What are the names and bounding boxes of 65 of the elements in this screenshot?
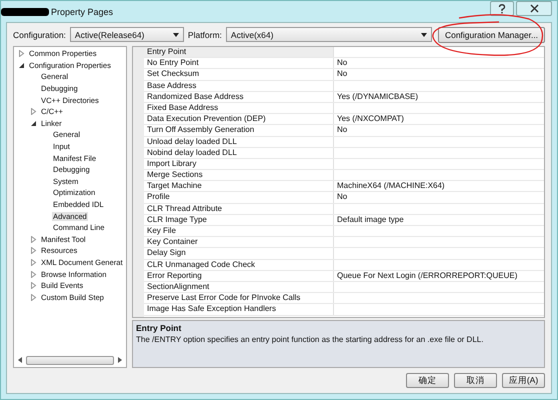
expand-arrow-icon[interactable] [30,247,37,254]
property-name[interactable]: Base Address [144,80,334,91]
configuration-label: Configuration: [13,30,66,40]
configuration-manager-button[interactable]: Configuration Manager... [438,26,545,42]
platform-dropdown[interactable]: Active(x64) [226,27,432,42]
platform-label: Platform: [188,30,222,40]
property-name[interactable]: Key Container [144,237,334,248]
property-name[interactable]: Merge Sections [144,170,334,180]
property-name[interactable]: No Entry Point [144,58,334,68]
property-name[interactable]: Error Reporting [144,270,334,281]
property-value[interactable]: MachineX64 (/MACHINE:X64) [337,181,445,190]
property-name[interactable]: SectionAlignment [144,282,334,292]
expand-arrow-icon[interactable] [30,108,37,116]
property-value[interactable]: No [337,125,348,134]
property-name[interactable]: Fixed Base Address [144,102,334,114]
expand-arrow-icon[interactable] [30,294,37,301]
close-button[interactable] [516,1,552,16]
dropdown-arrow-icon [172,32,179,36]
property-name[interactable]: CLR Image Type [144,214,334,225]
property-name[interactable]: Preserve Last Error Code for PInvoke Calls [144,293,334,304]
dialog-button[interactable]: 应用(A) [502,373,545,388]
scrollbar-thumb[interactable] [26,356,114,364]
property-name[interactable]: Delay Sign [144,248,334,259]
property-value[interactable]: No [337,192,348,202]
property-name[interactable]: Profile [144,192,334,203]
property-value[interactable]: Default image type [337,214,404,224]
property-value[interactable]: No [337,69,348,78]
window-title: Property Pages [51,6,114,16]
property-name[interactable]: Import Library [144,158,334,170]
expand-arrow-icon[interactable] [30,270,37,278]
collapse-arrow-icon[interactable] [30,120,37,127]
property-value[interactable]: Queue For Next Login (/ERRORREPORT:QUEUE) [337,270,518,280]
property-name[interactable]: Data Execution Prevention (DEP) [144,114,334,124]
help-button[interactable] [490,1,514,16]
horizontal-scrollbar[interactable] [16,355,124,365]
property-name[interactable]: Key File [144,226,334,236]
property-name[interactable]: Target Machine [144,181,334,192]
property-value[interactable]: No [337,58,348,68]
description-title: Entry Point [136,323,182,333]
expand-arrow-icon[interactable] [30,236,37,243]
property-name[interactable]: Image Has Safe Exception Handlers [144,304,334,314]
collapse-arrow-icon[interactable] [18,62,25,69]
property-name[interactable]: Entry Point [144,47,334,58]
expand-arrow-icon[interactable] [30,282,37,290]
redaction-bar [1,8,49,16]
description-text: The /ENTRY option specifies an entry point function as the starting address for an .exe file or DLL. [136,335,484,344]
property-name[interactable]: CLR Unmanaged Code Check [144,260,334,270]
dialog-button[interactable]: 取消 [454,373,497,388]
scroll-right-icon[interactable] [117,357,122,363]
scroll-left-icon[interactable] [18,357,23,363]
property-name[interactable]: CLR Thread Attribute [144,204,334,214]
property-name[interactable]: Set Checksum [144,69,334,80]
expand-arrow-icon[interactable] [30,258,37,266]
property-value[interactable]: Yes (/DYNAMICBASE) [337,92,418,101]
property-name[interactable]: Unload delay loaded DLL [144,136,334,147]
dialog-button[interactable]: 确定 [406,373,449,388]
expand-arrow-icon[interactable] [18,50,25,58]
configuration-dropdown[interactable]: Active(Release64) [70,27,184,42]
close-icon [530,4,538,13]
property-name[interactable]: Turn Off Assembly Generation [144,125,334,136]
help-icon [498,4,506,14]
property-name[interactable]: Randomized Base Address [144,92,334,102]
property-value[interactable]: Yes (/NXCOMPAT) [337,114,404,124]
dropdown-arrow-icon [421,32,428,36]
property-name[interactable]: Nobind delay loaded DLL [144,148,334,158]
